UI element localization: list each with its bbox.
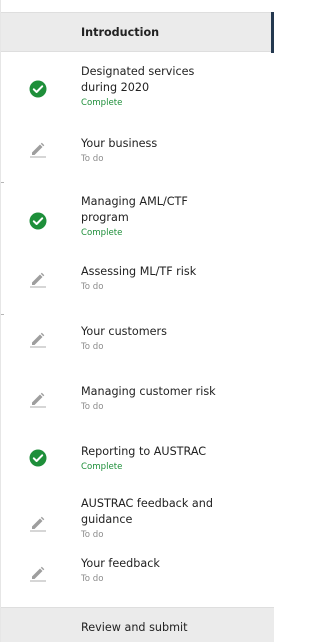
review-and-submit-label: Review and submit [81,621,188,634]
check-circle-icon [29,80,47,98]
nav-item-introduction[interactable]: Introduction [1,12,274,53]
active-indicator [271,12,274,53]
status-todo: To do [81,154,104,164]
pencil-icon [30,142,46,158]
pencil-icon [30,516,46,532]
status-todo: To do [81,282,104,292]
nav-item-label: AUSTRAC feedback and guidance [81,497,213,526]
status-todo: To do [81,342,104,352]
nav-item-label: Managing customer risk [81,385,216,398]
nav-item-label: Assessing ML/TF risk [81,265,197,278]
check-circle-icon [29,212,47,230]
nav-item-reporting-to-austrac[interactable]: Reporting to AUSTRAC Complete [1,434,274,484]
pencil-icon [30,332,46,348]
nav-item-label: Introduction [81,26,160,39]
review-and-submit-button[interactable]: Review and submit [1,607,274,642]
pencil-icon [30,392,46,408]
status-complete: Complete [81,462,123,472]
pencil-icon [30,272,46,288]
nav-item-label: Your business [81,137,158,150]
status-todo: To do [81,402,104,412]
nav-item-your-customers[interactable]: Your customers To do [1,314,274,364]
pencil-icon [30,566,46,582]
nav-item-your-business[interactable]: Your business To do [1,126,274,176]
status-todo: To do [81,574,104,584]
divider [1,182,4,183]
status-complete: Complete [81,98,123,108]
nav-item-austrac-feedback-guidance[interactable]: AUSTRAC feedback and guidance To do [1,490,274,550]
nav-item-label: Managing AML/CTF program [81,195,188,224]
nav-item-label: Your customers [81,325,167,338]
nav-item-label: Designated services during 2020 [81,65,195,94]
check-circle-icon [29,449,47,467]
nav-item-your-feedback[interactable]: Your feedback To do [1,550,274,600]
status-todo: To do [81,530,104,540]
nav-item-assessing-ml-tf-risk[interactable]: Assessing ML/TF risk To do [1,254,274,304]
section-navigation: Introduction Designated services during … [0,0,274,642]
nav-item-label: Your feedback [81,557,160,570]
nav-item-label: Reporting to AUSTRAC [81,445,207,458]
status-complete: Complete [81,228,123,238]
nav-item-designated-services[interactable]: Designated services during 2020 Complete [1,56,274,114]
nav-item-managing-customer-risk[interactable]: Managing customer risk To do [1,374,274,424]
nav-item-managing-aml-ctf[interactable]: Managing AML/CTF program Complete [1,186,274,248]
